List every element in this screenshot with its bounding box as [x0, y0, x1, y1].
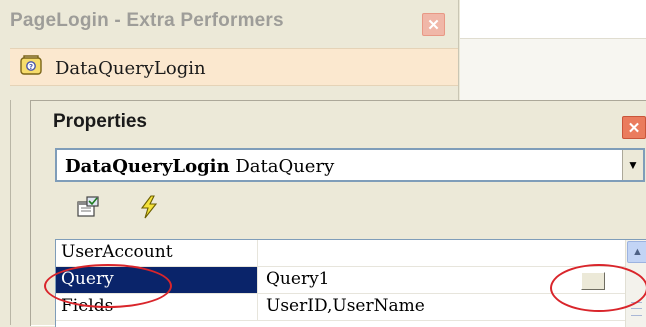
- property-grid-scrollbar[interactable]: ▲: [625, 240, 646, 327]
- dataquerylogin-item[interactable]: ? DataQueryLogin: [10, 48, 458, 86]
- close-icon: ✕: [427, 16, 440, 34]
- property-pages-icon: [77, 196, 99, 217]
- dataquerylogin-item-label: DataQueryLogin: [55, 58, 206, 79]
- property-value[interactable]: Query1: [260, 267, 626, 293]
- pagelogin-close-button[interactable]: ✕: [422, 13, 445, 36]
- close-icon: ✕: [627, 119, 641, 137]
- dropdown-arrow-button[interactable]: ▼: [622, 150, 643, 180]
- properties-window: Properties ✕ DataQueryLogin DataQuery ▼: [30, 100, 646, 327]
- events-lightning-icon: [140, 195, 158, 219]
- property-pages-button[interactable]: [75, 193, 103, 221]
- property-name: UserAccount: [56, 240, 258, 266]
- scroll-up-button[interactable]: ▲: [627, 241, 646, 263]
- property-name: Query: [56, 267, 258, 293]
- property-grid: UserAccount Query Query1 Fields UserID,U…: [55, 239, 646, 327]
- object-name: DataQueryLogin: [65, 156, 230, 177]
- events-button[interactable]: [135, 193, 163, 221]
- property-row-fields[interactable]: Fields UserID,UserName: [56, 294, 646, 321]
- property-value[interactable]: UserID,UserName: [260, 294, 626, 320]
- properties-toolbar: [55, 187, 645, 231]
- properties-close-button[interactable]: ✕: [622, 116, 646, 139]
- chevron-down-icon: ▼: [627, 158, 639, 172]
- properties-title: Properties: [53, 111, 147, 132]
- property-row-query[interactable]: Query Query1: [56, 267, 646, 294]
- background-panel-header: [460, 0, 646, 39]
- chevron-up-icon: ▲: [632, 246, 643, 258]
- left-dock-edge: [0, 100, 11, 325]
- object-selector-value: DataQueryLogin DataQuery: [65, 156, 334, 177]
- property-name: Fields: [56, 294, 258, 320]
- query-ellipsis-button[interactable]: [581, 272, 605, 290]
- object-selector-dropdown[interactable]: DataQueryLogin DataQuery ▼: [55, 148, 645, 182]
- scroll-thumb-grip[interactable]: [631, 302, 642, 316]
- svg-text:?: ?: [29, 63, 33, 71]
- property-value[interactable]: [260, 240, 626, 266]
- object-type: DataQuery: [235, 156, 335, 177]
- datasource-icon: ?: [20, 55, 42, 75]
- pagelogin-title: PageLogin - Extra Performers: [10, 10, 284, 31]
- property-row-useraccount[interactable]: UserAccount: [56, 240, 646, 267]
- pagelogin-title-bar: PageLogin - Extra Performers ✕: [0, 0, 458, 38]
